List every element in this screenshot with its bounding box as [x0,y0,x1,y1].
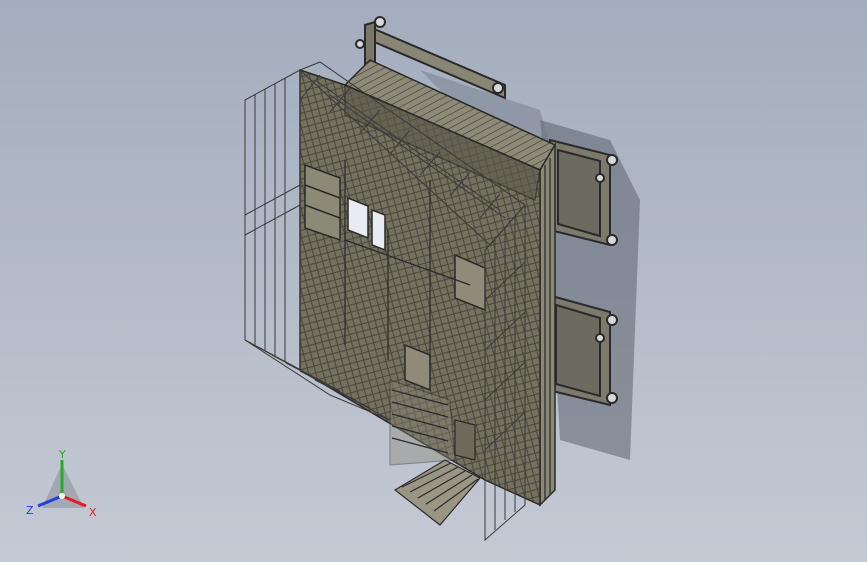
y-axis-label: Y [58,448,66,461]
orientation-triad[interactable]: Y X Z [22,446,112,526]
front-panel-vent-block [304,163,341,242]
cad-model-cabinet[interactable] [0,0,867,562]
wire-guard-front[interactable] [244,69,301,371]
z-axis-label: Z [26,504,34,517]
rear-mounting-bracket-upper[interactable] [549,138,618,247]
cabinet-right-side[interactable] [539,142,556,507]
3d-viewport[interactable]: Y X Z [0,0,867,562]
rear-mounting-bracket-lower[interactable] [547,293,618,407]
triad-origin [59,493,65,499]
x-axis-label: X [89,506,97,519]
